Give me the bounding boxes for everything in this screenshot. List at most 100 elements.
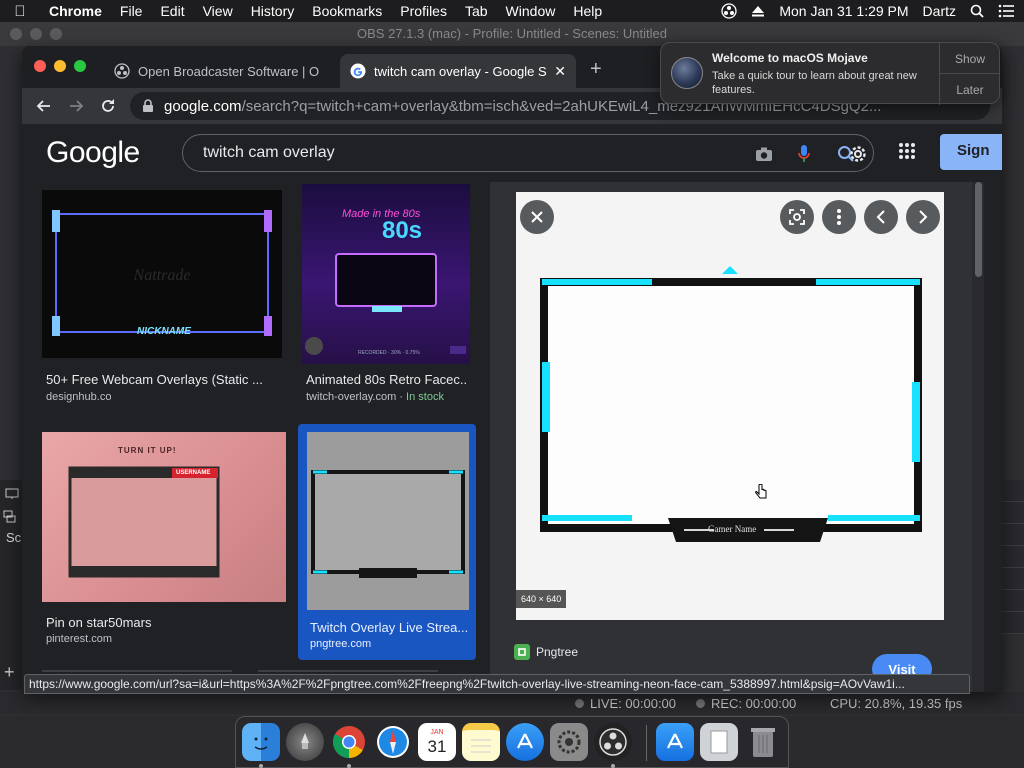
mojave-notification[interactable]: Welcome to macOS Mojave Take a quick tou… [660,42,1000,105]
image-result-card[interactable]: TURN IT UP! USERNAME Pin on star50mars p… [42,432,286,650]
result-source: twitch-overlay.com · In stock [306,391,444,403]
obs-window-controls[interactable] [10,28,62,40]
obs-scenes-label: Sc [6,530,22,545]
result-title[interactable]: Animated 80s Retro Facec... [306,372,466,387]
hand-cursor-icon [755,484,767,499]
spotlight-search-icon[interactable] [970,4,984,18]
menu-help[interactable]: Help [564,3,611,19]
window-controls [34,60,86,72]
finder-icon[interactable] [242,723,280,761]
image-preview-panel: Gamer Name 640 × 640 Pngtree Visit [490,182,978,692]
search-box [182,134,874,172]
image-dimensions: 640 × 640 [516,590,567,608]
notification-show-button[interactable]: Show [940,43,1000,74]
google-images-page: Google Sign [22,124,1002,692]
obs-app-icon[interactable] [594,723,632,761]
previous-image-button[interactable] [864,200,898,234]
back-button[interactable] [34,96,54,116]
scenes-icon[interactable] [3,510,17,524]
menu-view[interactable]: View [194,3,242,19]
add-scene-icon[interactable]: + [4,662,15,683]
obs-status-icon[interactable] [721,3,738,19]
documents-icon[interactable] [700,723,738,761]
monitor-icon[interactable] [5,488,19,500]
lens-search-button[interactable] [780,200,814,234]
url-host: google.com [164,97,242,115]
fullscreen-window-button[interactable] [74,60,86,72]
chrome-icon[interactable] [330,723,368,761]
notification-title: Welcome to macOS Mojave [712,51,868,65]
notes-icon[interactable] [462,723,500,761]
new-tab-button[interactable]: + [590,58,602,81]
result-title[interactable]: Twitch Overlay Live Strea... [310,620,468,635]
obs-favicon-icon [114,63,130,79]
app-store-icon[interactable] [506,723,544,761]
obs-window-title: OBS 27.1.3 (mac) - Profile: Untitled - S… [357,26,667,41]
menu-clock[interactable]: Mon Jan 31 1:29 PM [779,3,908,19]
result-title[interactable]: 50+ Free Webcam Overlays (Static ... [46,372,278,387]
result-thumbnail[interactable]: 80s RECORDED · 30% · 0.75% Made in the 8… [302,184,470,364]
system-preferences-icon[interactable] [550,723,588,761]
trash-icon[interactable] [744,723,782,761]
tab-google-search[interactable]: twitch cam overlay - Google Se ✕ [340,54,576,88]
forward-button[interactable] [66,96,86,116]
obs-right-panel [1002,480,1024,690]
arrow-right-icon [70,100,84,112]
result-thumbnail[interactable]: Nattrade NICKNAME [42,190,282,358]
menu-user[interactable]: Dartz [923,3,956,19]
more-vert-icon [837,209,841,225]
image-result-card[interactable]: 80s RECORDED · 30% · 0.75% Made in the 8… [302,184,470,410]
image-result-card[interactable]: Nattrade NICKNAME 50+ Free Webcam Overla… [42,190,282,410]
camera-search-icon[interactable] [753,143,775,165]
menu-app-name[interactable]: Chrome [40,3,111,19]
menu-edit[interactable]: Edit [151,3,193,19]
notification-center-icon[interactable] [998,4,1014,18]
menu-window[interactable]: Window [497,3,565,19]
page-scrollbar[interactable] [972,182,984,692]
google-logo[interactable]: Google [46,136,140,170]
google-apps-icon[interactable] [898,142,916,165]
menu-bookmarks[interactable]: Bookmarks [303,3,391,19]
eject-icon[interactable] [751,4,765,18]
preview-image[interactable]: Gamer Name [516,192,944,620]
menu-file[interactable]: File [111,3,152,19]
search-input[interactable] [203,144,743,162]
safari-icon[interactable] [374,723,412,761]
notification-later-button[interactable]: Later [940,74,1000,105]
macos-mojave-icon [671,57,703,89]
calendar-icon[interactable]: JAN 31 [418,723,456,761]
apple-menu-icon[interactable]:  [0,3,40,20]
result-title[interactable]: Pin on star50mars [46,615,282,630]
preview-banner-text: Gamer Name [708,524,757,534]
result-thumbnail[interactable]: TURN IT UP! USERNAME [42,432,286,602]
microphone-icon[interactable] [793,143,815,165]
lock-icon[interactable] [142,99,154,113]
menu-tab[interactable]: Tab [456,3,497,19]
settings-gear-icon[interactable] [847,143,869,165]
sign-in-button[interactable]: Sign [940,134,1002,170]
notification-body: Take a quick tour to learn about great n… [712,70,917,96]
thumb-turn-it-up-text: TURN IT UP! [118,446,177,455]
close-preview-button[interactable] [520,200,554,234]
result-thumbnail[interactable] [307,432,469,610]
scrollbar-thumb[interactable] [975,182,982,277]
macos-dock: JAN 31 [235,716,789,768]
calendar-month: JAN [430,728,444,736]
svg-text:Nattrade: Nattrade [133,267,191,284]
image-result-card-selected[interactable]: Twitch Overlay Live Strea... pngtree.com [298,424,476,660]
app-store-download-icon[interactable] [656,723,694,761]
close-window-button[interactable] [34,60,46,72]
preview-source[interactable]: Pngtree [514,644,578,660]
launchpad-icon[interactable] [286,723,324,761]
minimize-window-button[interactable] [54,60,66,72]
result-source: pinterest.com [46,633,113,645]
menu-profiles[interactable]: Profiles [391,3,456,19]
pngtree-favicon-icon [514,644,530,660]
menu-history[interactable]: History [242,3,304,19]
reload-button[interactable] [98,96,118,116]
close-tab-icon[interactable]: ✕ [554,63,566,80]
chrome-window: Open Broadcaster Software | O twitch cam… [22,46,1002,692]
more-options-button[interactable] [822,200,856,234]
tab-obs[interactable]: Open Broadcaster Software | O [104,54,340,88]
next-image-button[interactable] [906,200,940,234]
